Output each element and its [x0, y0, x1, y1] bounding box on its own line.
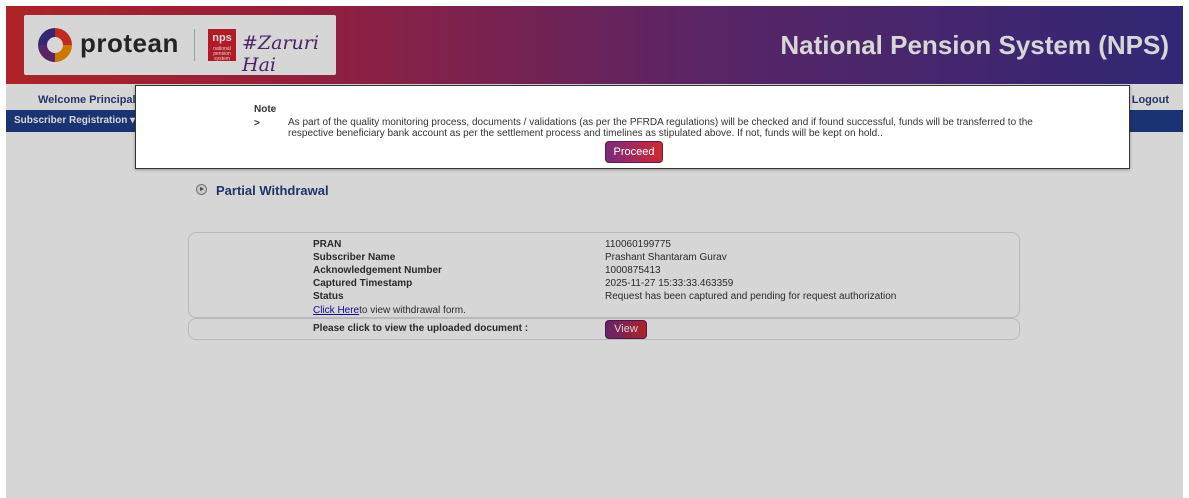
note-modal: Note > As part of the quality monitoring… — [135, 85, 1130, 169]
note-text: As part of the quality monitoring proces… — [288, 117, 1033, 139]
modal-overlay — [6, 6, 1183, 498]
note-title: Note — [254, 104, 277, 115]
proceed-button[interactable]: Proceed — [605, 141, 663, 163]
page: protean nps national pension system #Zar… — [6, 6, 1183, 498]
note-arrow-icon: > — [254, 118, 260, 129]
